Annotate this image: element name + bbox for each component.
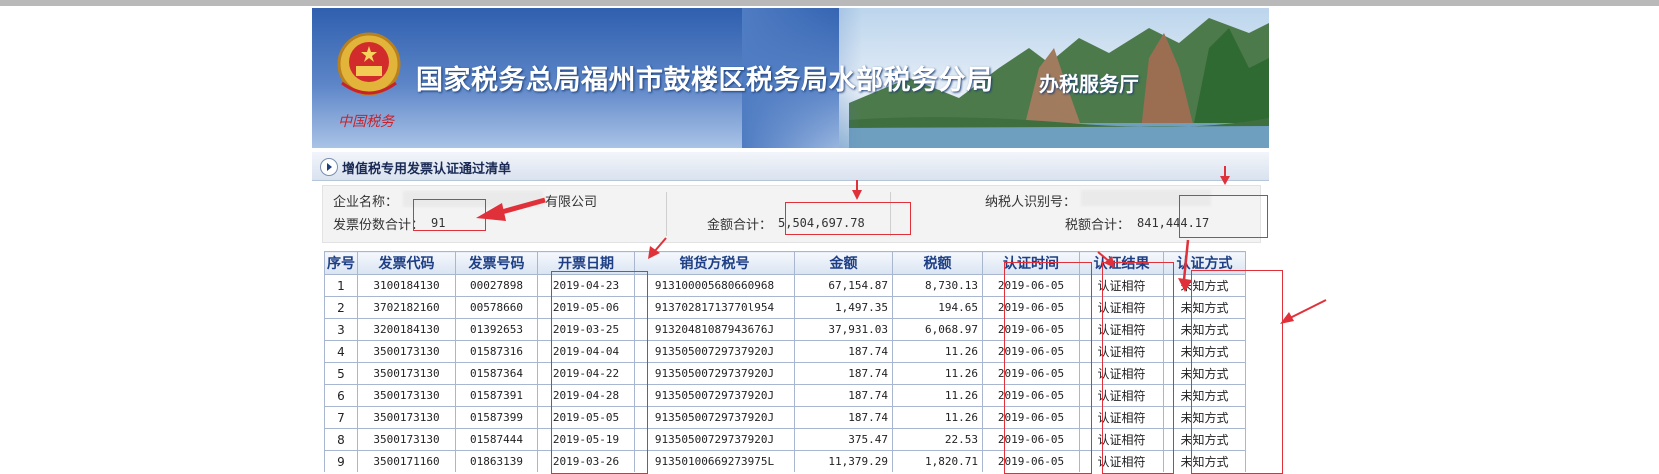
annotation-arrows xyxy=(476,166,1327,324)
